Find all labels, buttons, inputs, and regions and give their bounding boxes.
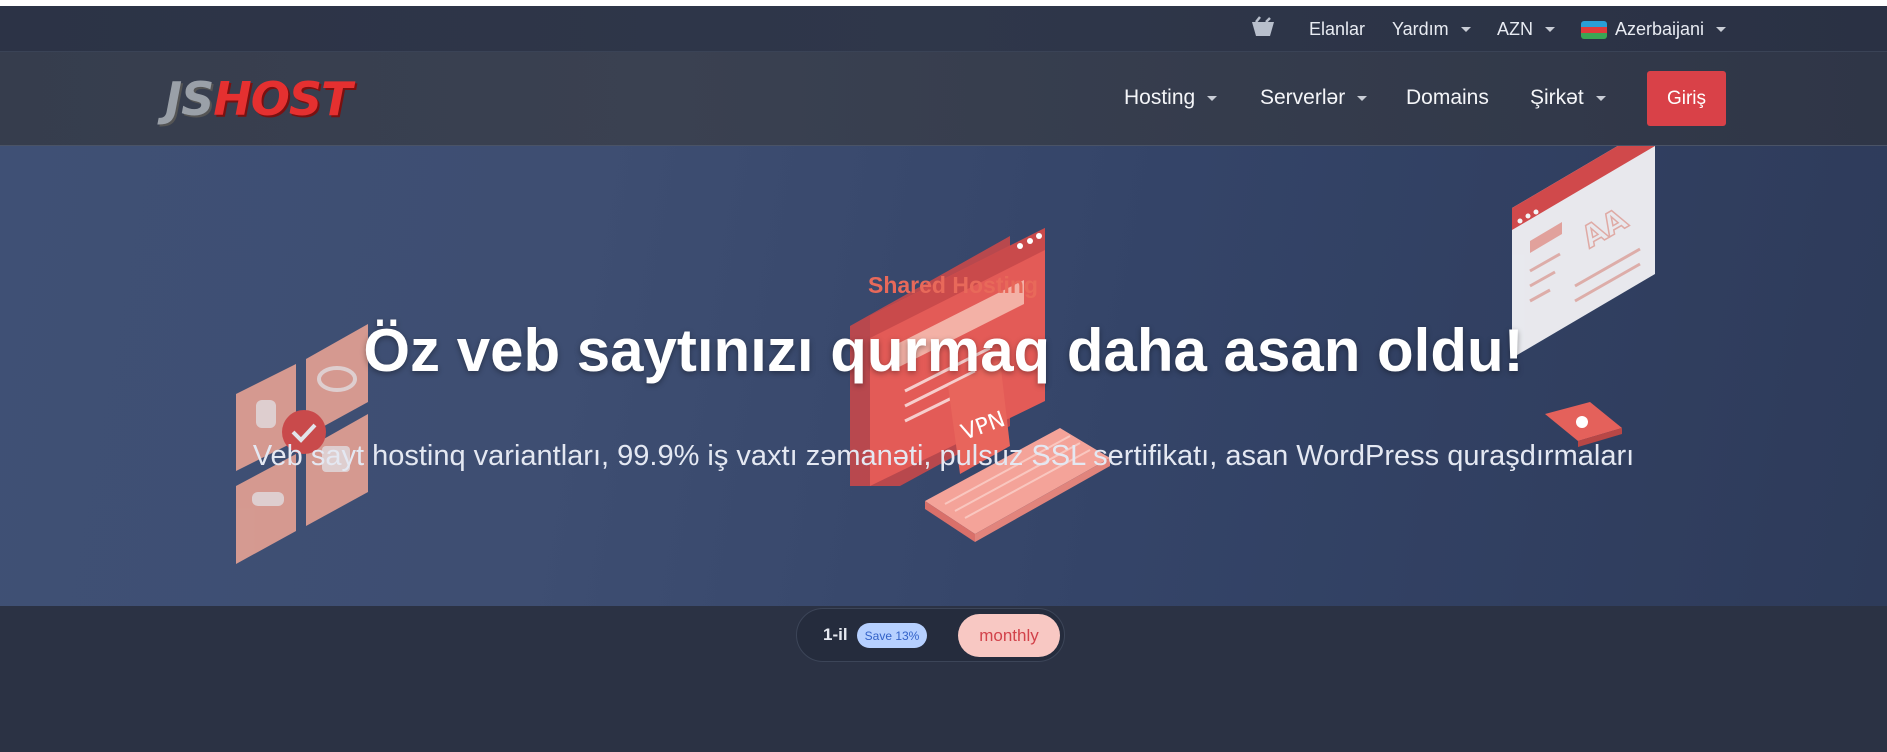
nav-item-hosting[interactable]: Hosting (1124, 86, 1218, 110)
currency-label: AZN (1497, 19, 1533, 39)
announcements-label: Elanlar (1309, 19, 1366, 39)
announcements-link[interactable]: Elanlar (1309, 19, 1365, 40)
nav-item-company[interactable]: Şirkət (1530, 86, 1606, 110)
chevron-down-icon (1460, 27, 1471, 32)
chevron-down-icon (1357, 95, 1368, 101)
nav-item-servers[interactable]: Serverlər (1260, 86, 1368, 110)
hero-eyebrow: Shared Hosting (868, 272, 1038, 298)
chevron-down-icon (1716, 27, 1727, 32)
hero-title: Öz veb saytınızı qurmaq daha asan oldu! (363, 317, 1524, 384)
chevron-down-icon (1207, 95, 1218, 101)
utility-bar: Elanlar Yardım AZN Azerbaijani (0, 6, 1887, 52)
chevron-down-icon (1595, 95, 1606, 101)
yearly-option[interactable]: 1-il (823, 625, 848, 645)
help-label: Yardım (1392, 19, 1449, 39)
language-label: Azerbaijani (1615, 19, 1705, 39)
billing-period-toggle[interactable]: 1-il Save 13% monthly (796, 608, 1065, 662)
azerbaijan-flag-icon (1581, 20, 1607, 39)
currency-dropdown[interactable]: AZN (1497, 19, 1555, 40)
help-dropdown[interactable]: Yardım (1392, 19, 1471, 40)
basket-icon (1252, 16, 1274, 36)
login-button[interactable]: Giriş (1647, 71, 1726, 126)
hero-subtitle: Veb sayt hostinq variantları, 99.9% iş v… (252, 440, 1635, 472)
save-badge: Save 13% (857, 623, 927, 648)
main-navbar: JSHOST Hosting Serverlər Domains Şirkət … (0, 52, 1887, 146)
cart-link[interactable] (1250, 16, 1276, 38)
language-dropdown[interactable]: Azerbaijani (1581, 19, 1727, 40)
nav-item-domains[interactable]: Domains (1406, 86, 1489, 110)
chevron-down-icon (1545, 27, 1555, 32)
hero-section: VPN AA Shared Hosting Öz veb saytınızı q… (0, 146, 1887, 606)
site-logo[interactable]: JSHOST (165, 76, 352, 122)
monthly-option[interactable]: monthly (958, 614, 1060, 657)
